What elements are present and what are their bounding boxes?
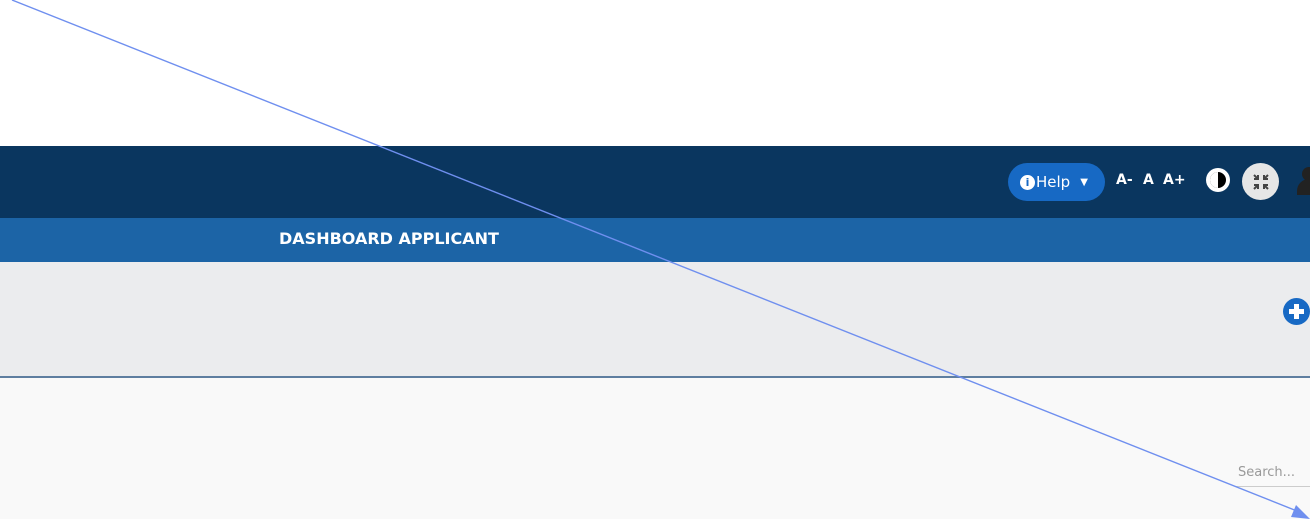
font-normal-button[interactable]: A bbox=[1143, 172, 1154, 188]
compress-icon[interactable] bbox=[1242, 163, 1279, 200]
font-decrease-button[interactable]: A- bbox=[1116, 172, 1133, 188]
help-label: Help bbox=[1036, 173, 1071, 191]
top-navbar bbox=[0, 146, 1310, 218]
top-blank-area bbox=[0, 0, 1310, 146]
dashboard-title[interactable]: DASHBOARD APPLICANT bbox=[279, 229, 499, 248]
user-icon[interactable] bbox=[1297, 165, 1310, 195]
search-input[interactable] bbox=[1236, 459, 1310, 487]
info-icon: i bbox=[1020, 174, 1035, 190]
content-area bbox=[0, 378, 1310, 519]
help-button[interactable]: i Help ▼ bbox=[1008, 163, 1105, 201]
plus-circle-icon[interactable] bbox=[1283, 298, 1310, 325]
caret-down-icon: ▼ bbox=[1080, 176, 1088, 188]
font-increase-button[interactable]: A+ bbox=[1163, 172, 1186, 188]
toolbar-area bbox=[0, 262, 1310, 378]
sub-navbar bbox=[0, 218, 1310, 262]
contrast-icon[interactable] bbox=[1206, 168, 1230, 192]
